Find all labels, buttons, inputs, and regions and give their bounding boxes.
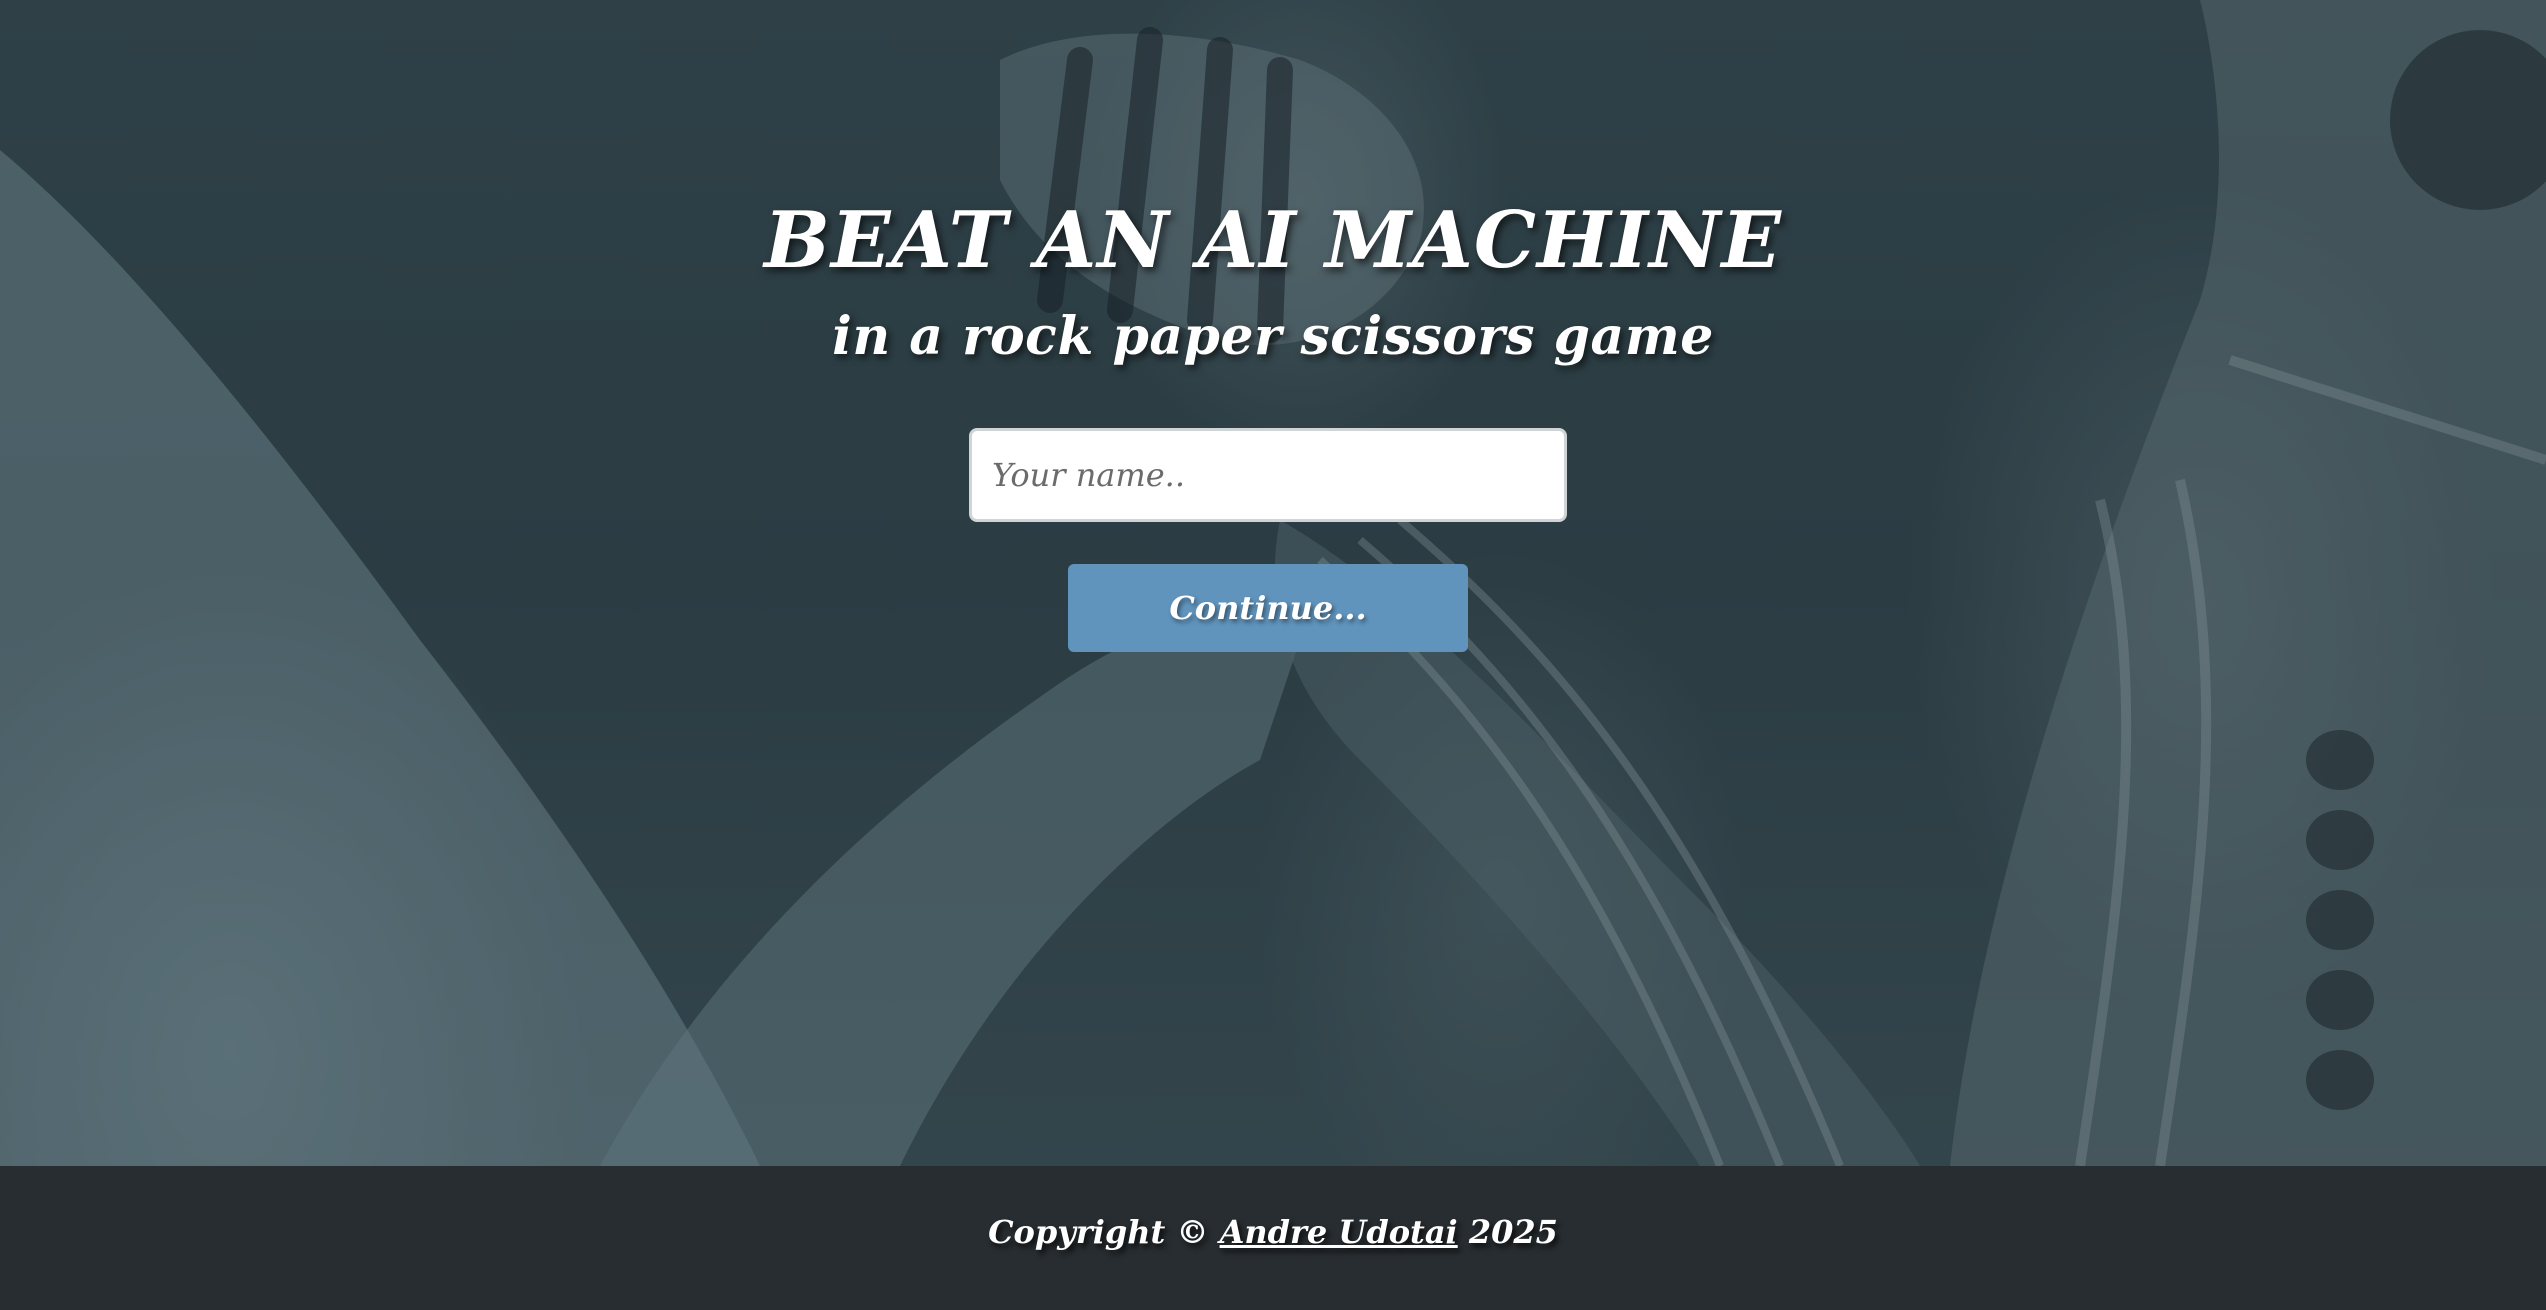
page-subtitle: in a rock paper scissors game (832, 306, 1714, 367)
copyright-text: Copyright © Andre Udotai 2025 (0, 1213, 2546, 1251)
name-input[interactable] (969, 428, 1567, 522)
page: BEAT AN AI MACHINE in a rock paper sciss… (0, 0, 2546, 1310)
author-link[interactable]: Andre Udotai (1220, 1213, 1458, 1251)
page-title: BEAT AN AI MACHINE (764, 195, 1782, 286)
copyright-prefix: Copyright © (988, 1213, 1209, 1251)
copyright-year: 2025 (1468, 1213, 1558, 1251)
footer: Copyright © Andre Udotai 2025 (0, 1166, 2546, 1310)
hero-section: BEAT AN AI MACHINE in a rock paper sciss… (0, 0, 2546, 1166)
continue-button[interactable]: Continue... (1068, 564, 1468, 652)
